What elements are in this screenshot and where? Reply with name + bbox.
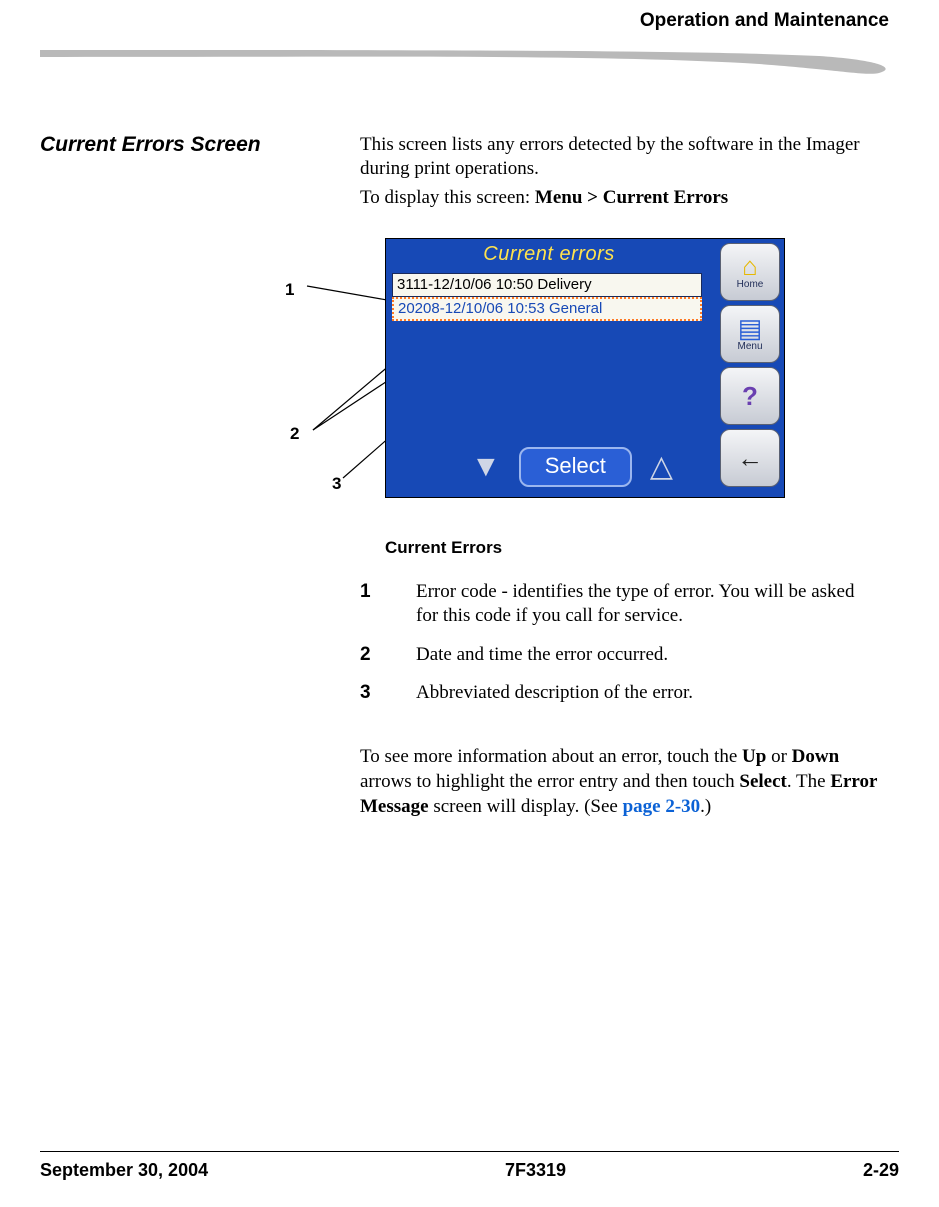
figure: 1 2 3 Current errors 3111-12/10/06 10:5 (360, 238, 879, 528)
legend-number: 2 (360, 643, 380, 667)
footer-date: September 30, 2004 (40, 1160, 208, 1181)
callout-2: 2 (290, 424, 299, 444)
callout-3: 3 (332, 474, 341, 494)
help-button[interactable]: ? (720, 367, 780, 425)
error-row[interactable]: 3111-12/10/06 10:50 Delivery (392, 273, 702, 297)
up-arrow-button[interactable]: △ (650, 452, 673, 482)
legend-text: Abbreviated description of the error. (416, 681, 879, 705)
back-arrow-icon: ← (737, 445, 763, 471)
legend-number: 3 (360, 681, 380, 705)
nav-path: Menu > Current Errors (535, 187, 728, 208)
figure-caption: Current Errors (385, 538, 879, 558)
legend-text: Error code - identifies the type of erro… (416, 580, 879, 629)
error-list: 3111-12/10/06 10:50 Delivery 20208-12/10… (392, 273, 702, 321)
nav-instruction: To display this screen: Menu > Current E… (360, 186, 879, 210)
running-header: Operation and Maintenance (40, 0, 899, 32)
callout-1: 1 (285, 280, 294, 300)
footer-page: 2-29 (863, 1160, 899, 1181)
legend-text: Date and time the error occurred. (416, 643, 879, 667)
section-title: Current Errors Screen (40, 133, 360, 157)
text: arrows to highlight the error entry and … (360, 771, 739, 792)
text: .) (700, 796, 711, 817)
text: or (766, 746, 791, 767)
page-link[interactable]: page 2-30 (623, 796, 701, 817)
text: . The (787, 771, 830, 792)
home-button[interactable]: ⌂ Home (720, 243, 780, 301)
text-bold: Up (742, 746, 766, 767)
footer-docnum: 7F3319 (505, 1160, 566, 1181)
home-icon: ⌂ (742, 253, 758, 279)
followup-paragraph: To see more information about an error, … (360, 745, 879, 819)
screen-title: Current errors (386, 243, 712, 266)
question-icon: ? (742, 383, 758, 409)
device-screen: Current errors 3111-12/10/06 10:50 Deliv… (385, 238, 785, 498)
header-divider (40, 38, 899, 78)
home-label: Home (737, 279, 764, 290)
menu-icon: ▤ (738, 315, 763, 341)
text: To see more information about an error, … (360, 746, 742, 767)
nav-instruction-prefix: To display this screen: (360, 187, 535, 208)
intro-paragraph: This screen lists any errors detected by… (360, 133, 879, 182)
text-bold: Down (792, 746, 840, 767)
back-button[interactable]: ← (720, 429, 780, 487)
error-row[interactable]: 20208-12/10/06 10:53 General (392, 297, 702, 321)
footer: September 30, 2004 7F3319 2-29 (40, 1151, 899, 1181)
text-bold: Select (739, 771, 786, 792)
select-button[interactable]: Select (519, 447, 632, 487)
down-arrow-button[interactable]: ▼ (471, 452, 501, 482)
menu-button[interactable]: ▤ Menu (720, 305, 780, 363)
legend-number: 1 (360, 580, 380, 629)
text: screen will display. (See (429, 796, 623, 817)
menu-label: Menu (737, 341, 762, 352)
